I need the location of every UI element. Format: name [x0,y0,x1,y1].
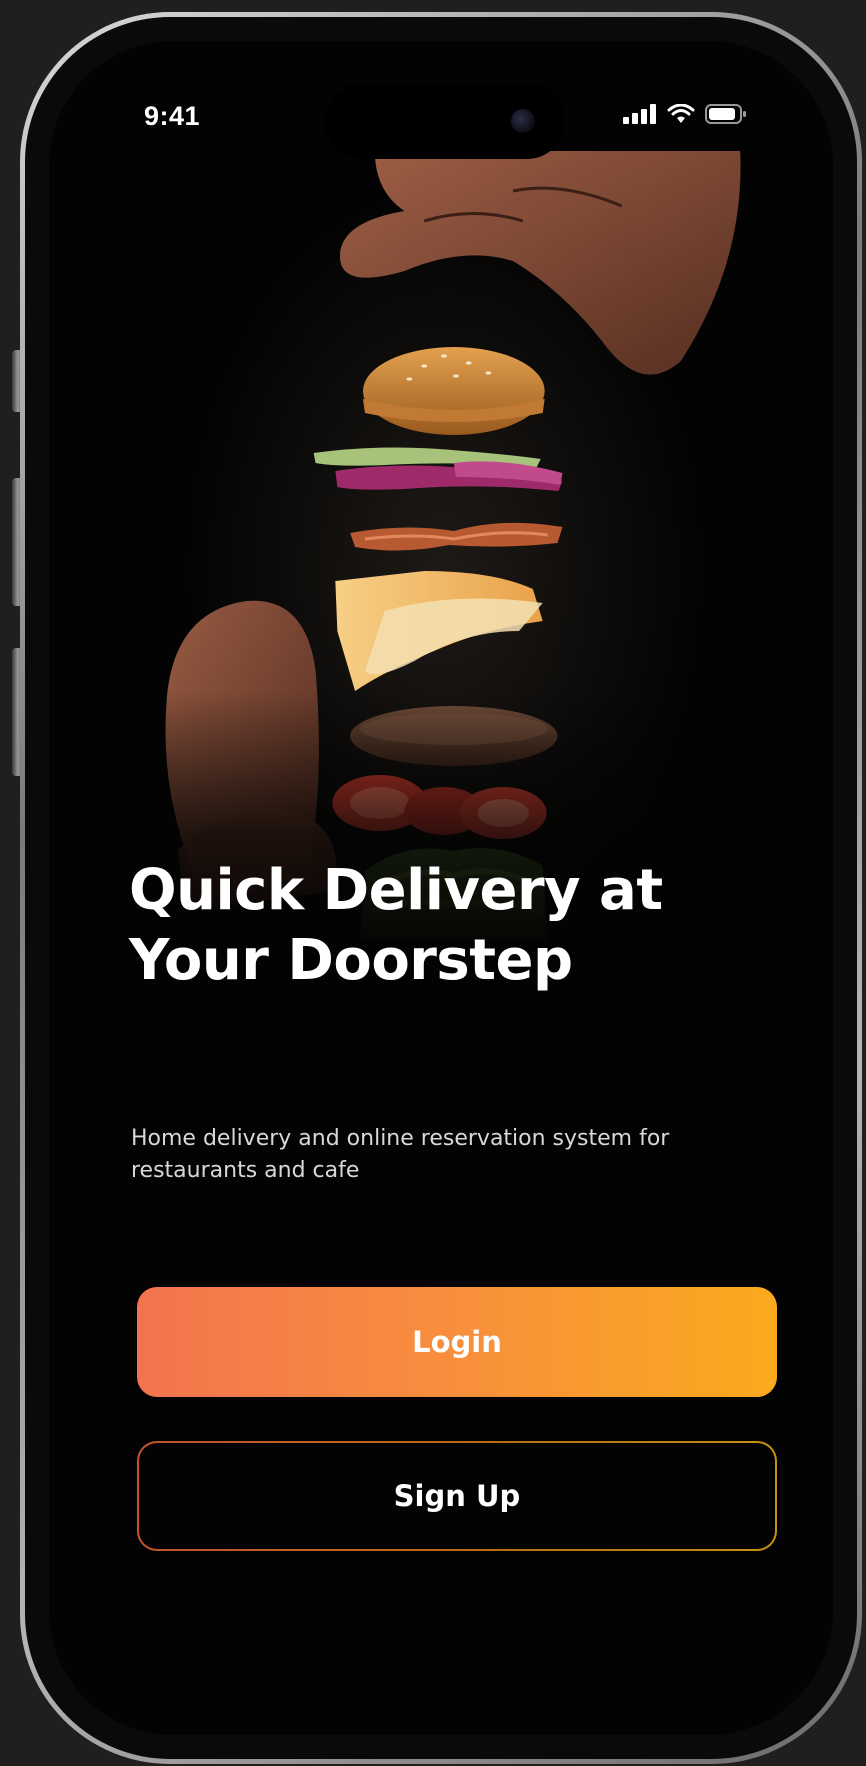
onboarding-title: Quick Delivery at Your Doorstep [129,858,663,993]
app-screen: 9:41 Quick Delivery at Your Doorstep Hom… [49,41,833,1735]
signup-button-label: Sign Up [393,1479,521,1513]
status-time: 9:41 [144,101,201,131]
wifi-icon [667,104,695,123]
battery-icon [705,104,746,124]
phone-frame: 9:41 Quick Delivery at Your Doorstep Hom… [20,12,862,1764]
device-mockup-stage: 9:41 Quick Delivery at Your Doorstep Hom… [0,0,866,1766]
phone-bezel: 9:41 Quick Delivery at Your Doorstep Hom… [25,17,857,1759]
signup-button[interactable]: Sign Up [137,1441,777,1551]
status-icons [623,104,747,124]
front-camera-icon [511,109,535,133]
dynamic-island [325,83,565,159]
login-button-label: Login [412,1325,502,1359]
cellular-signal-icon [623,104,656,124]
onboarding-subtitle: Home delivery and online reservation sys… [131,1126,670,1183]
login-button[interactable]: Login [137,1287,777,1397]
